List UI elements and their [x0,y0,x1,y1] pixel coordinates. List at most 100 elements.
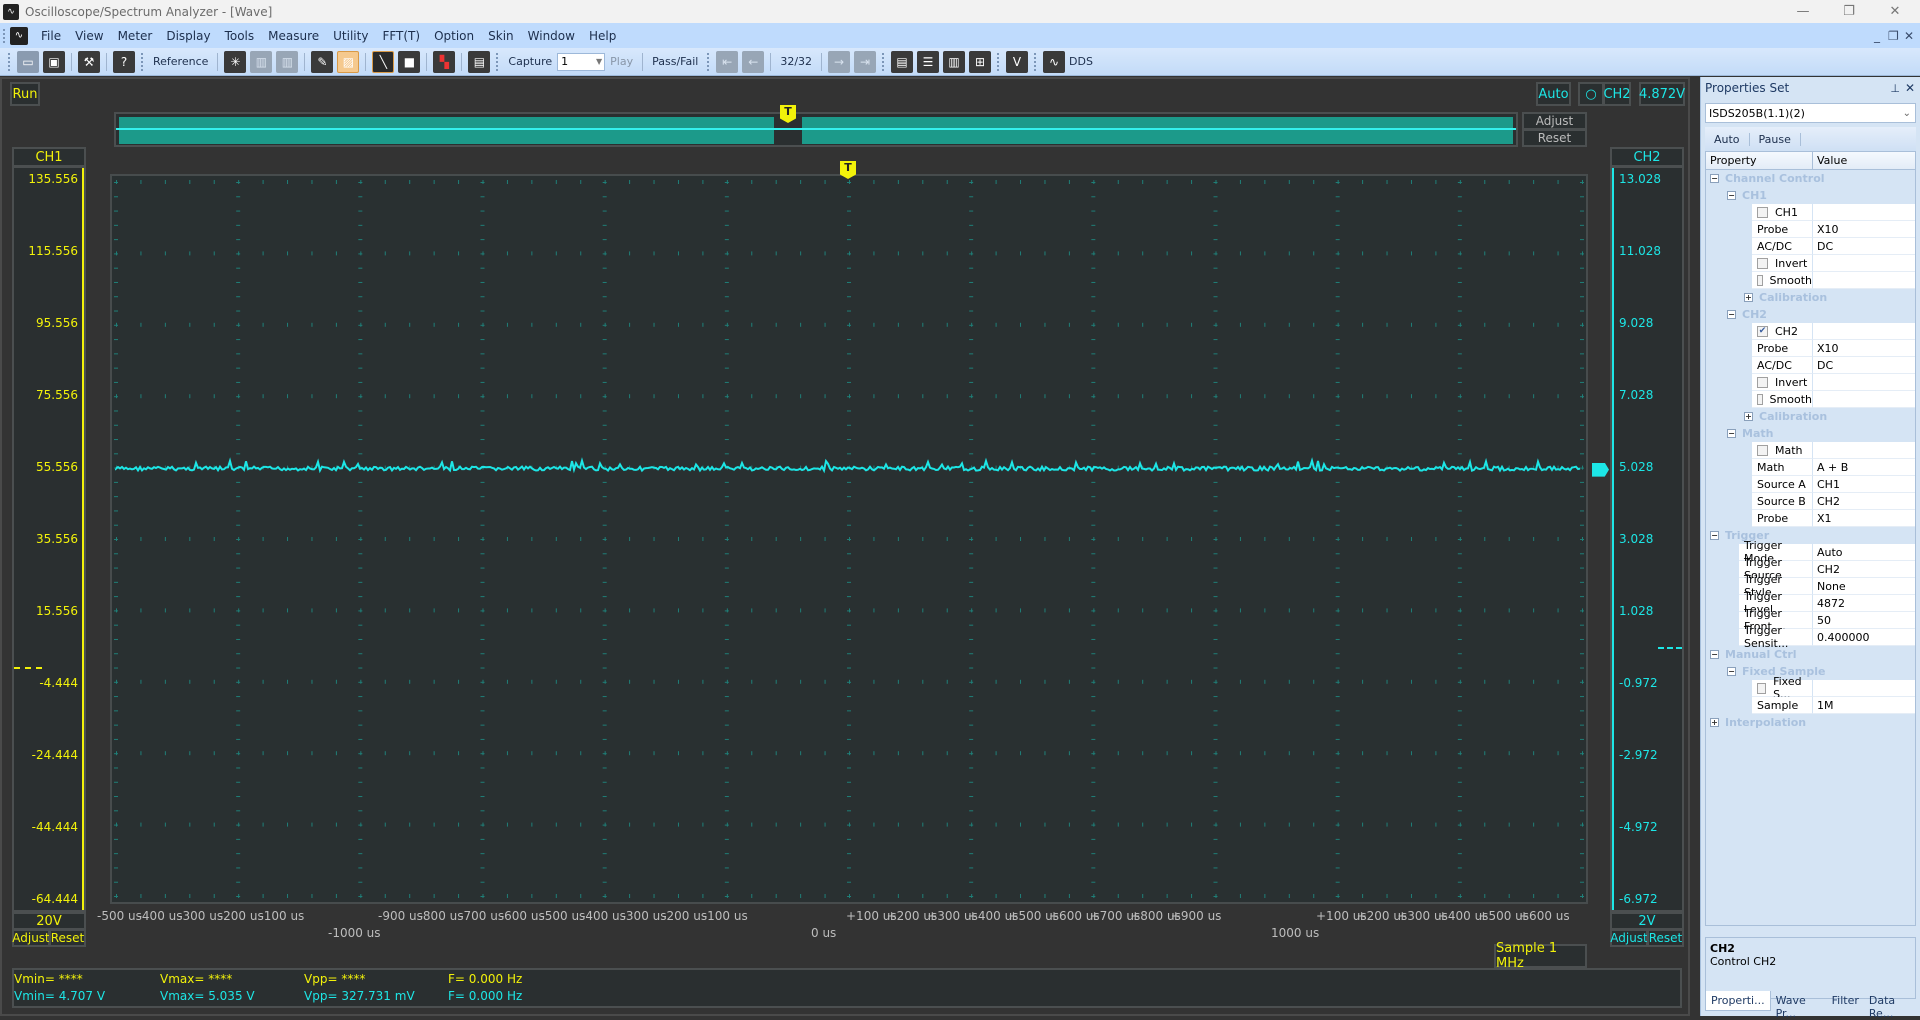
property-name[interactable]: Invert [1752,255,1813,272]
ch1-adjust-button[interactable]: Adjust [12,929,50,947]
menu-fft[interactable]: FFT(T) [375,29,427,43]
layout-single-icon[interactable]: ▤ [891,50,914,73]
property-row[interactable]: Smooth [1706,272,1915,289]
hammer-icon[interactable]: ⚒ [78,50,100,73]
property-category[interactable]: + Calibration [1706,408,1915,425]
save-icon[interactable]: ▣ [43,50,65,73]
grip-handle[interactable] [707,52,710,71]
dds-icon[interactable]: ∿ [1043,50,1066,73]
probe-icon[interactable]: ✎ [311,50,334,73]
property-name[interactable]: Source A [1752,476,1813,493]
ch1-reset-button[interactable]: Reset [49,929,86,947]
pause-button[interactable]: Pause [1750,132,1801,146]
property-row[interactable]: Fixed S... [1706,675,1915,701]
property-row[interactable]: ✔ CH2 [1706,323,1915,340]
property-value[interactable] [1813,255,1915,272]
display-mode-icon[interactable]: ▨ [337,50,360,73]
property-row[interactable]: Probe X10 [1706,221,1915,238]
property-category[interactable]: − CH2 [1706,306,1915,323]
property-value[interactable] [1813,204,1915,221]
property-row[interactable]: Math A + B [1706,459,1915,476]
chevron-down-icon[interactable]: ⌄ [1903,108,1911,119]
property-value[interactable]: None [1813,578,1915,595]
next-frame-icon[interactable]: → [828,50,851,73]
property-category[interactable]: − Math [1706,425,1915,442]
property-name[interactable]: Probe [1752,510,1813,527]
property-name[interactable]: Smooth [1752,391,1813,408]
collapse-icon[interactable]: − [1727,191,1736,200]
menu-skin[interactable]: Skin [481,29,521,43]
stop-icon[interactable]: ■ [398,50,421,73]
grip-handle[interactable] [496,52,499,71]
expand-icon[interactable]: + [1744,412,1753,421]
checkbox[interactable] [1757,206,1768,218]
col-property[interactable]: Property [1706,152,1813,169]
open-icon[interactable]: ▭ [17,50,39,73]
property-value[interactable] [1813,680,1915,697]
first-frame-icon[interactable]: ⇤ [716,50,739,73]
property-row[interactable]: Math [1706,442,1915,459]
property-row[interactable]: AC/DC DC [1706,357,1915,374]
property-row[interactable]: Sample 1M [1706,697,1915,714]
property-name[interactable]: Trigger Sensit... [1739,624,1813,650]
property-name[interactable]: AC/DC [1752,238,1813,255]
grip-handle[interactable] [141,52,144,71]
property-value[interactable]: X1 [1813,510,1915,527]
property-value[interactable]: X10 [1813,340,1915,357]
trigger-channel-button[interactable]: CH2 [1603,82,1631,106]
tab-wave-properties[interactable]: Wave Pr... [1771,991,1827,1020]
property-value[interactable]: DC [1813,238,1915,255]
menu-option[interactable]: Option [427,29,481,43]
ch2-adjust-button[interactable]: Adjust [1610,929,1648,947]
property-value[interactable]: Auto [1813,544,1915,561]
print-icon[interactable]: ▤ [468,50,491,73]
color-palette-icon[interactable]: ▚ [433,50,456,73]
voltmeter-button[interactable]: V [1006,50,1029,73]
overview-reset-button[interactable]: Reset [1522,129,1587,147]
property-row[interactable]: Smooth [1706,391,1915,408]
play-button[interactable]: Play [605,55,638,68]
expand-icon[interactable]: + [1710,718,1719,727]
property-row[interactable]: AC/DC DC [1706,238,1915,255]
columns-settings-icon[interactable]: ▥ [276,50,299,73]
collapse-icon[interactable]: − [1727,667,1736,676]
last-frame-icon[interactable]: ⇥ [854,50,877,73]
grip-handle[interactable] [1034,52,1037,71]
property-value[interactable]: A + B [1813,459,1915,476]
property-value[interactable]: CH1 [1813,476,1915,493]
mdi-minimize-icon[interactable]: _ [1874,29,1880,43]
layout-columns-icon[interactable]: ▥ [943,50,966,73]
device-select[interactable]: ISDS205B(1.1)(2) ⌄ [1705,103,1916,123]
ch2-reset-button[interactable]: Reset [1647,929,1684,947]
property-row[interactable]: Probe X10 [1706,340,1915,357]
run-button[interactable]: Run [10,82,40,106]
menu-help[interactable]: Help [582,29,623,43]
property-row[interactable]: Probe X1 [1706,510,1915,527]
chevron-down-icon[interactable]: ▼ [596,57,602,66]
menu-measure[interactable]: Measure [261,29,326,43]
checkbox[interactable] [1757,376,1768,388]
layout-grid-icon[interactable]: ⊞ [969,50,992,73]
property-value[interactable]: CH2 [1813,493,1915,510]
restore-icon[interactable]: ❐ [1826,0,1872,23]
auto-set-icon[interactable]: ✳ [224,50,247,73]
menu-file[interactable]: File [34,29,68,43]
property-name[interactable]: Invert [1752,374,1813,391]
tab-data-record[interactable]: Data Re... [1864,991,1920,1020]
grip-handle[interactable] [997,52,1000,71]
property-row[interactable]: Source A CH1 [1706,476,1915,493]
grip-handle[interactable] [3,28,6,43]
property-category[interactable]: − CH1 [1706,187,1915,204]
dds-button[interactable]: DDS [1067,55,1098,68]
menu-view[interactable]: View [68,29,110,43]
ch1-label[interactable]: CH1 [12,147,86,167]
close-panel-icon[interactable]: ✕ [1905,81,1915,95]
pin-icon[interactable]: ⊥ [1890,82,1900,95]
property-category[interactable]: + Interpolation [1706,714,1915,731]
property-value[interactable]: 1M [1813,697,1915,714]
menu-display[interactable]: Display [159,29,217,43]
col-value[interactable]: Value [1813,152,1851,169]
minimize-icon[interactable]: — [1780,0,1826,23]
collapse-icon[interactable]: − [1710,174,1719,183]
property-value[interactable]: 0.400000 [1813,629,1915,646]
